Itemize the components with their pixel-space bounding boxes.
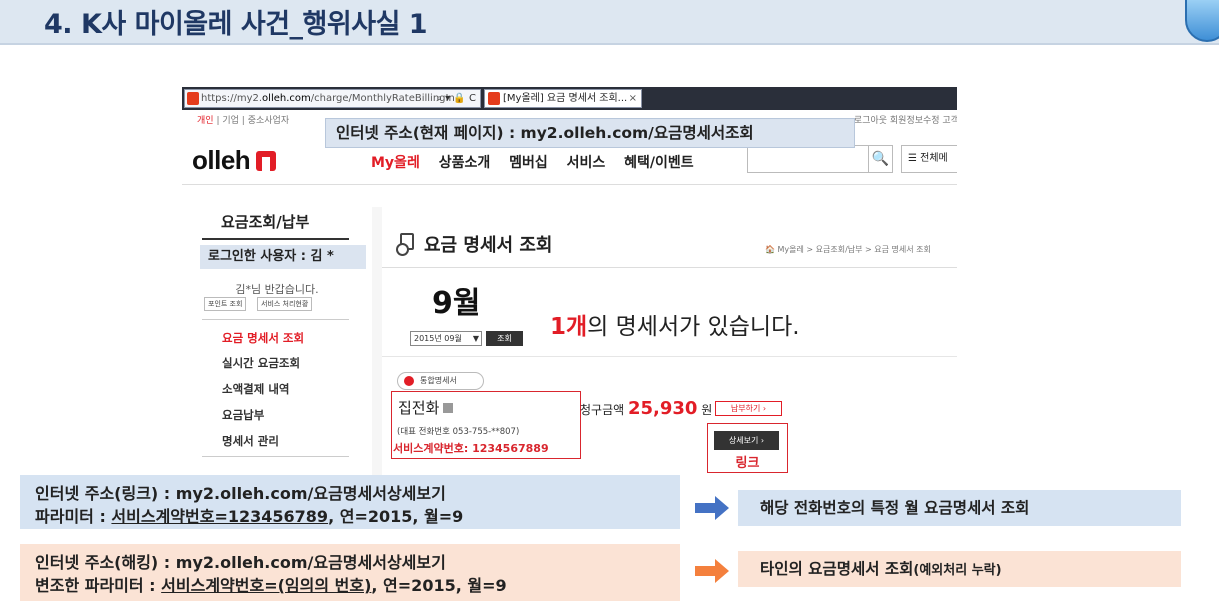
nav-membership[interactable]: 멤버십 [509, 155, 548, 171]
hack-result-box: 타인의 요금명세서 조회(예외처리 누락) [738, 551, 1181, 587]
bill-document-icon [396, 233, 414, 256]
segment-smb[interactable]: 중소사업자 [248, 116, 289, 126]
month-heading: 9월 [432, 286, 481, 321]
month-select[interactable]: 2015년 09월 ▼ [410, 331, 482, 346]
page-title: 요금 명세서 조회 [424, 235, 553, 256]
service-phone: (대표 전화번호 053-755-**807) [397, 427, 520, 437]
integrated-bill-tab[interactable]: 통합명세서 [397, 372, 484, 390]
chevron-down-icon: ▼ [472, 334, 479, 343]
close-icon[interactable]: × [629, 90, 637, 107]
link-url-box: 인터넷 주소(링크) : my2.olleh.com/요금명세서상세보기 파라미… [20, 475, 680, 529]
nav-products[interactable]: 상품소개 [439, 155, 491, 171]
nav-events[interactable]: 혜택/이벤트 [624, 155, 694, 171]
service-status-button[interactable]: 서비스 처리현황 [257, 297, 313, 311]
pay-button[interactable]: 납부하기 › [715, 401, 782, 416]
divider [382, 267, 957, 268]
sidebar-item-payment[interactable]: 요금납부 [222, 407, 264, 423]
util-links[interactable]: 로그아웃 회원정보수정 고객 [854, 113, 957, 126]
link-result-box: 해당 전화번호의 특정 월 요금명세서 조회 [738, 490, 1181, 526]
link-param-line: 파라미터 : 서비스계약번호=123456789, 연=2015, 월=9 [35, 507, 464, 526]
detail-view-button[interactable]: 상세보기 › [714, 431, 779, 450]
help-icon[interactable] [443, 403, 454, 413]
greeting-text: 김*님 반갑습니다. [235, 283, 319, 296]
olleh-favicon-icon [187, 92, 199, 105]
sidebar-item-realtime[interactable]: 실시간 요금조회 [222, 355, 300, 371]
olleh-favicon-icon [488, 92, 500, 105]
segment-business[interactable]: 기업 [222, 116, 239, 126]
browser-screenshot: https://my2.olleh.com/charge/MonthlyRate… [182, 87, 957, 475]
arrow-right-icon [695, 496, 729, 520]
service-name: 집전화 [398, 397, 454, 418]
olleh-logo[interactable]: olleh [192, 145, 277, 176]
service-contract-number: 서비스계약번호: 1234567889 [393, 442, 549, 455]
search-icon[interactable]: 🔍 [868, 145, 893, 173]
hack-url-line: 인터넷 주소(해킹) : my2.olleh.com/요금명세서상세보기 [35, 553, 446, 572]
divider [382, 356, 957, 357]
link-url-line: 인터넷 주소(링크) : my2.olleh.com/요금명세서상세보기 [35, 484, 446, 503]
arrow-right-icon [695, 559, 729, 583]
breadcrumb[interactable]: 🏠 My올레 > 요금조회/납부 > 요금 명세서 조회 [765, 244, 931, 255]
login-user-annotation: 로그인한 사용자 : 김 * [200, 245, 366, 269]
sidebar-item-bill-lookup[interactable]: 요금 명세서 조회 [222, 330, 304, 346]
olleh-logo-icon [256, 151, 277, 171]
divider [182, 184, 957, 185]
main-nav: My올레 상품소개 멤버십 서비스 혜택/이벤트 [371, 152, 708, 172]
bill-count-message: 1개의 명세서가 있습니다. [550, 314, 800, 340]
hack-url-box: 인터넷 주소(해킹) : my2.olleh.com/요금명세서상세보기 변조한… [20, 544, 680, 601]
lookup-button[interactable]: 조회 [486, 331, 523, 346]
sidebar-item-micropay[interactable]: 소액결제 내역 [222, 381, 289, 397]
point-lookup-button[interactable]: 포인트 조회 [204, 297, 247, 311]
nav-my-olleh[interactable]: My올레 [371, 155, 420, 171]
link-label: 링크 [735, 456, 760, 471]
olleh-w-icon [404, 376, 414, 386]
address-bar[interactable]: https://my2.olleh.com/charge/MonthlyRate… [184, 89, 481, 108]
divider [202, 319, 349, 320]
current-url-annotation: 인터넷 주소(현재 페이지) : my2.olleh.com/요금명세서조회 [325, 118, 855, 148]
slide-title: 4. K사 마이올레 사건_행위사실 1 [44, 9, 428, 40]
address-controls-icon[interactable]: ⌕ ▾ 🔒 C [436, 90, 476, 107]
divider [202, 456, 349, 457]
sidebar-item-bill-manage[interactable]: 명세서 관리 [222, 433, 279, 449]
nav-service[interactable]: 서비스 [567, 155, 606, 171]
browser-tab[interactable]: [My올레] 요금 명세서 조회... × [484, 89, 642, 108]
all-menu-button[interactable]: ☰ 전체메 [901, 145, 957, 173]
slide-header: 4. K사 마이올레 사건_행위사실 1 [0, 0, 1219, 45]
hack-param-line: 변조한 파라미터 : 서비스계약번호=(임의의 번호), 연=2015, 월=9 [35, 576, 507, 595]
billing-amount: 청구금액 25,930 원 [580, 398, 713, 419]
divider [202, 238, 349, 240]
sidebar-title: 요금조회/납부 [221, 213, 310, 231]
browser-toolbar: https://my2.olleh.com/charge/MonthlyRate… [182, 87, 957, 110]
segment-personal[interactable]: 개인 [197, 116, 214, 126]
